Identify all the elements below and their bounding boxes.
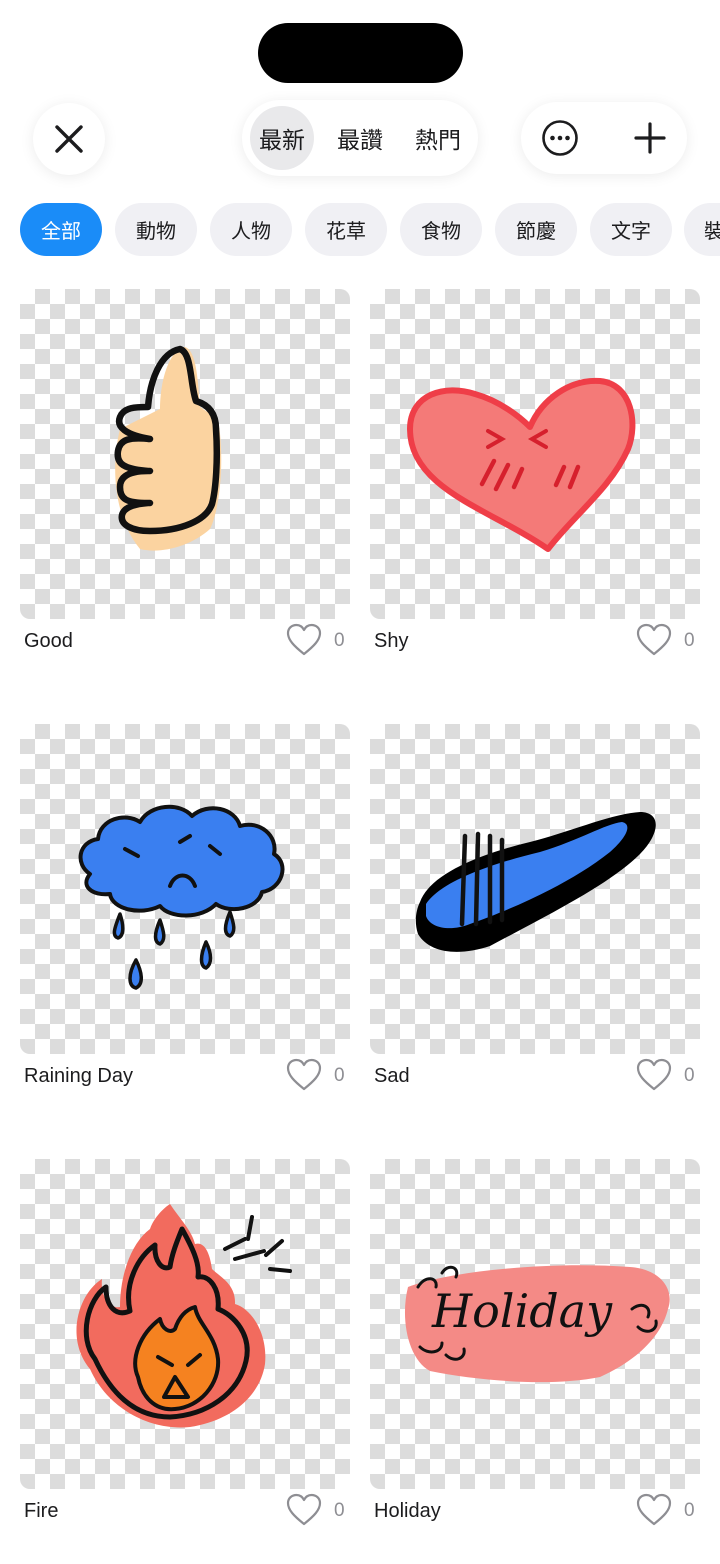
ellipsis-circle-icon	[542, 120, 578, 156]
sticker-thumbnail[interactable]	[370, 724, 700, 1054]
chip-text[interactable]: 文字	[590, 203, 672, 256]
tab-most-liked[interactable]: 最讚	[328, 106, 392, 170]
sticker-title: Sad	[374, 1065, 410, 1087]
close-icon	[55, 125, 83, 153]
like-count: 0	[334, 1500, 345, 1521]
chip-people[interactable]: 人物	[210, 203, 292, 256]
heart-icon[interactable]	[636, 1493, 672, 1527]
action-group	[521, 102, 687, 174]
chip-animals[interactable]: 動物	[115, 203, 197, 256]
chip-food[interactable]: 食物	[400, 203, 482, 256]
sticker-title: Fire	[24, 1500, 59, 1522]
sticker-title: Holiday	[374, 1500, 441, 1522]
category-chips: 全部 動物 人物 花草 食物 節慶 文字 裝	[20, 203, 720, 256]
rain-cloud-sticker	[78, 804, 285, 990]
heart-icon[interactable]	[636, 1058, 672, 1092]
plus-icon	[634, 122, 666, 154]
sticker-thumbnail[interactable]	[20, 289, 350, 619]
thumbs-up-sticker	[114, 345, 222, 551]
chip-plants[interactable]: 花草	[305, 203, 387, 256]
holiday-text-sticker: Holiday	[404, 1265, 670, 1383]
chip-decor[interactable]: 裝	[684, 203, 720, 256]
like-count: 0	[684, 630, 695, 651]
sort-segmented-control: 最新 最讚 熱門	[242, 100, 478, 176]
like-count: 0	[684, 1500, 695, 1521]
add-button[interactable]	[622, 110, 678, 166]
sticker-thumbnail[interactable]	[20, 724, 350, 1054]
chip-all[interactable]: 全部	[20, 203, 102, 256]
fire-sticker	[76, 1204, 292, 1428]
sticker-thumbnail[interactable]: Holiday	[370, 1159, 700, 1489]
heart-icon[interactable]	[286, 1058, 322, 1092]
sticker-thumbnail[interactable]	[370, 289, 700, 619]
heart-icon[interactable]	[636, 623, 672, 657]
more-button[interactable]	[532, 110, 588, 166]
like-count: 0	[684, 1065, 695, 1086]
sad-blob-sticker	[415, 812, 656, 952]
heart-sticker	[407, 377, 636, 552]
tab-newest[interactable]: 最新	[250, 106, 314, 170]
holiday-art-text: Holiday	[431, 1284, 613, 1338]
sticker-gallery-screen: 最新 最讚 熱門 全部 動物 人物 花草 食物 節慶 文字 裝 Good 0 S…	[0, 0, 720, 1564]
like-count: 0	[334, 630, 345, 651]
heart-icon[interactable]	[286, 1493, 322, 1527]
sticker-title: Good	[24, 630, 73, 652]
like-count: 0	[334, 1065, 345, 1086]
dynamic-island	[258, 23, 463, 83]
sticker-thumbnail[interactable]	[20, 1159, 350, 1489]
sticker-title: Shy	[374, 630, 409, 652]
tab-popular[interactable]: 熱門	[406, 106, 470, 170]
top-bar: 最新 最讚 熱門	[0, 100, 720, 176]
close-button[interactable]	[33, 103, 105, 175]
chip-festival[interactable]: 節慶	[495, 203, 577, 256]
heart-icon[interactable]	[286, 623, 322, 657]
sticker-title: Raining Day	[24, 1065, 133, 1087]
